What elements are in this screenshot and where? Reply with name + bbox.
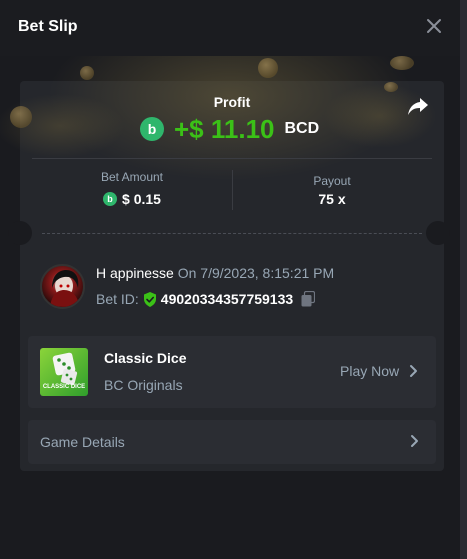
ticket-notch-right [426, 221, 450, 245]
profit-label: Profit [213, 94, 251, 110]
chevron-right-icon [410, 365, 418, 377]
payout-value: 75 x [318, 191, 346, 207]
bet-amount-value: b $ 0.15 [32, 191, 232, 207]
ticket-divider [42, 233, 422, 234]
verified-shield-icon [143, 291, 156, 307]
copy-button[interactable] [301, 291, 316, 307]
bc-coin-icon: b [140, 117, 164, 141]
coin-glyph: b [147, 121, 157, 137]
play-now-label: Play Now [340, 363, 400, 379]
profit-currency: BCD [284, 120, 320, 137]
chevron-right-icon [411, 435, 418, 447]
share-button[interactable] [406, 96, 430, 118]
bet-amount-label: Bet Amount [100, 170, 164, 184]
divider [32, 158, 432, 159]
coin-glyph: b [107, 194, 113, 204]
copy-icon [301, 291, 316, 307]
ticket-notch-left [8, 221, 32, 245]
bet-amount-text: $ 0.15 [122, 191, 161, 207]
game-provider: BC Originals [104, 377, 183, 393]
play-now-button[interactable]: Play Now [340, 363, 421, 379]
close-button[interactable] [424, 16, 444, 36]
profit-amount: +$ 11.10 [174, 113, 275, 144]
game-thumbnail[interactable]: CLASSIC DICE [40, 348, 88, 396]
page-title: Bet Slip [18, 18, 78, 35]
bet-user-line: H appinesse On 7/9/2023, 8:15:21 PM [96, 265, 334, 281]
bet-id-row: Bet ID: 49020334357759133 [96, 291, 316, 307]
game-details-label: Game Details [40, 434, 125, 450]
close-icon [427, 19, 441, 33]
bet-slip-header: Bet Slip [0, 0, 460, 56]
username[interactable]: H appinesse [96, 265, 174, 281]
game-row[interactable]: CLASSIC DICE Classic Dice BC Originals P… [28, 336, 436, 408]
thumbnail-title: CLASSIC DICE [42, 384, 86, 390]
payout-label: Payout [313, 174, 351, 188]
share-icon [408, 98, 428, 115]
bet-id-label: Bet ID: [96, 291, 139, 307]
game-details-button[interactable]: Game Details [28, 420, 436, 464]
background-strip [460, 0, 467, 559]
game-name: Classic Dice [104, 350, 187, 366]
bet-id-value: 49020334357759133 [160, 291, 294, 307]
avatar[interactable] [40, 264, 85, 309]
bc-coin-icon: b [103, 192, 118, 206]
bet-date: On 7/9/2023, 8:15:21 PM [177, 265, 335, 281]
profit-amount-row: b +$ 11.10 BCD [140, 113, 319, 145]
